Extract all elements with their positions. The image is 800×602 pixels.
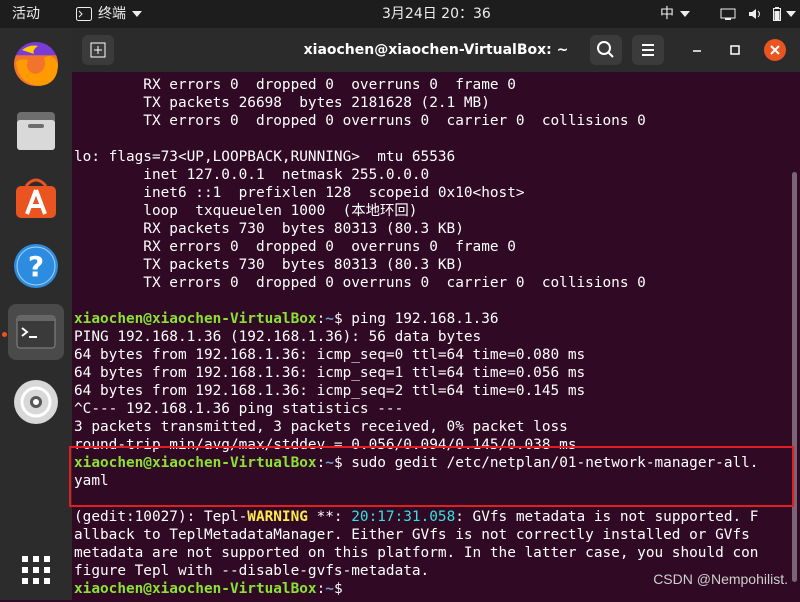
- dock-dvd[interactable]: [8, 374, 64, 430]
- terminal-app-icon: [76, 7, 92, 21]
- dock-software[interactable]: [8, 170, 64, 226]
- show-applications-icon: [22, 556, 50, 584]
- prompt-line-ping: xiaochen@xiaochen-VirtualBox:~$ ping 192…: [74, 310, 499, 328]
- software-icon: [16, 178, 56, 218]
- prompt-separator: :: [316, 581, 326, 597]
- terminal-line: inet6 ::1 prefixlen 128 scopeid 0x10<hos…: [74, 185, 525, 201]
- firefox-icon: [14, 42, 58, 86]
- terminal-line: loop txqueuelen 1000 (本地环回): [74, 203, 418, 219]
- active-indicator: [2, 332, 7, 337]
- system-menu-chevron-icon[interactable]: [786, 0, 796, 28]
- prompt-user: xiaochen@xiaochen-VirtualBox: [74, 581, 317, 597]
- network-icon[interactable]: [720, 0, 736, 28]
- ping-output-line: 64 bytes from 192.168.1.36: icmp_seq=2 t…: [74, 383, 586, 399]
- terminal-output[interactable]: RX errors 0 dropped 0 overruns 0 frame 0…: [72, 72, 788, 600]
- menu-button[interactable]: [632, 35, 664, 65]
- maximize-icon: [730, 45, 740, 55]
- gedit-output-line: allback to TeplMetadataManager. Either G…: [74, 527, 750, 543]
- battery-icon[interactable]: [773, 0, 781, 28]
- terminal-scrollbar[interactable]: [788, 72, 800, 600]
- terminal-icon: [16, 315, 56, 349]
- minimize-button[interactable]: [686, 39, 708, 61]
- top-bar: 活动 终端 3月24日 20：36 中: [0, 0, 800, 28]
- dock-terminal[interactable]: [8, 304, 64, 360]
- prompt-separator: :: [316, 311, 326, 327]
- warning-stars: **:: [307, 509, 352, 525]
- dock-files[interactable]: [8, 102, 64, 158]
- warning-label: WARNING: [247, 509, 308, 525]
- prompt-symbol: $: [333, 311, 343, 327]
- new-tab-button[interactable]: [82, 35, 114, 65]
- activities-button[interactable]: 活动: [12, 0, 40, 28]
- chevron-down-icon: [132, 11, 142, 17]
- hamburger-menu-icon: [642, 44, 654, 56]
- terminal-line: inet 127.0.0.1 netmask 255.0.0.0: [74, 167, 430, 183]
- show-applications-button[interactable]: [8, 542, 64, 598]
- warning-timestamp: 20:17:31.058: [351, 509, 456, 525]
- terminal-line: TX packets 730 bytes 80313 (80.3 KB): [74, 257, 464, 273]
- dvd-icon: [14, 380, 58, 424]
- clock[interactable]: 3月24日 20：36: [382, 0, 491, 28]
- red-highlight-box: [69, 446, 794, 507]
- gedit-prefix: (gedit:10027): Tepl-: [74, 509, 248, 525]
- prompt-line-current: xiaochen@xiaochen-VirtualBox:~$: [74, 580, 343, 598]
- svg-text:?: ?: [28, 250, 44, 283]
- ping-output-line: PING 192.168.1.36 (192.168.1.36): 56 dat…: [74, 329, 482, 345]
- terminal-line: lo: flags=73<UP,LOOPBACK,RUNNING> mtu 65…: [74, 149, 456, 165]
- scrollbar-thumb[interactable]: [792, 172, 797, 582]
- prompt-path: ~: [325, 581, 334, 597]
- minimize-icon: [693, 50, 701, 52]
- gedit-warning-line: (gedit:10027): Tepl-WARNING **: 20:17:31…: [74, 508, 758, 526]
- dock-firefox[interactable]: [8, 36, 64, 92]
- warning-message: : GVfs metadata is not supported. F: [455, 509, 759, 525]
- input-method-indicator[interactable]: 中: [660, 0, 690, 28]
- close-button[interactable]: [764, 39, 786, 61]
- ping-output-line: ^C--- 192.168.1.36 ping statistics ---: [74, 401, 404, 417]
- terminal-line: TX packets 26698 bytes 2181628 (2.1 MB): [74, 95, 490, 111]
- search-icon: [597, 41, 614, 58]
- terminal-header-bar: xiaochen@xiaochen-VirtualBox: ~: [72, 28, 800, 72]
- prompt-user: xiaochen@xiaochen-VirtualBox: [74, 311, 317, 327]
- terminal-line: RX errors 0 dropped 0 overruns 0 frame 0: [74, 239, 516, 255]
- prompt-symbol: $: [333, 581, 343, 597]
- search-button[interactable]: [590, 35, 622, 65]
- watermark: CSDN @Nempohilist.: [653, 571, 788, 587]
- ping-output-line: 64 bytes from 192.168.1.36: icmp_seq=1 t…: [74, 365, 586, 381]
- input-method-label: 中: [660, 6, 674, 22]
- gedit-output-line: metadata are not supported on this platf…: [74, 545, 759, 561]
- terminal-line: RX packets 730 bytes 80313 (80.3 KB): [74, 221, 464, 237]
- dock: ?: [0, 28, 72, 600]
- terminal-line: RX errors 0 dropped 0 overruns 0 frame 0: [74, 77, 516, 93]
- terminal-line: TX errors 0 dropped 0 overruns 0 carrier…: [74, 113, 646, 129]
- command-text: ping 192.168.1.36: [342, 311, 499, 327]
- prompt-path: ~: [325, 311, 334, 327]
- dock-help[interactable]: ?: [8, 238, 64, 294]
- ping-output-line: 64 bytes from 192.168.1.36: icmp_seq=0 t…: [74, 347, 586, 363]
- chevron-down-icon: [680, 11, 690, 17]
- terminal-line: TX errors 0 dropped 0 overruns 0 carrier…: [74, 275, 646, 291]
- new-tab-icon: [90, 42, 106, 58]
- maximize-button[interactable]: [724, 39, 746, 61]
- close-icon: [770, 45, 780, 55]
- app-menu-label: 终端: [98, 6, 126, 22]
- files-icon: [17, 112, 55, 150]
- ping-output-line: 3 packets transmitted, 3 packets receive…: [74, 419, 568, 435]
- volume-icon[interactable]: [748, 0, 762, 28]
- gedit-output-line: figure Tepl with --disable-gvfs-metadata…: [74, 563, 430, 579]
- app-menu[interactable]: 终端: [76, 0, 142, 28]
- help-icon: ?: [14, 244, 58, 288]
